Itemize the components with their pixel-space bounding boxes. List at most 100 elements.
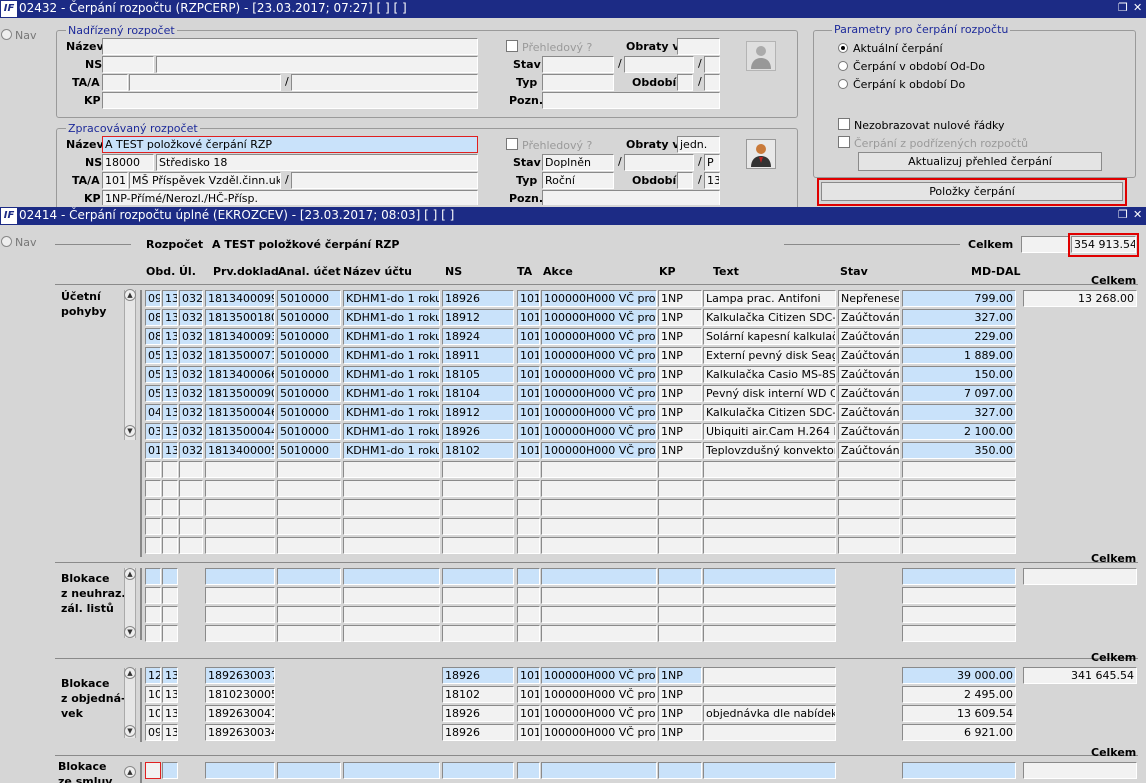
cell-empty[interactable]	[277, 762, 341, 779]
cell-akce[interactable]: 100000H000 VČ provoz	[541, 686, 657, 703]
cell-empty[interactable]	[442, 587, 514, 604]
cell-text[interactable]: Kalkulačka Casio MS-8S	[703, 366, 836, 383]
parent-a-field[interactable]	[291, 74, 478, 91]
cell-ul[interactable]: 13	[162, 347, 178, 364]
cell-anal-ucet[interactable]: 5010000	[277, 328, 341, 345]
cell-ns[interactable]	[442, 499, 514, 516]
cell-ul[interactable]: 13	[162, 366, 178, 383]
current-ns-name-field[interactable]: Středisko 18	[156, 154, 478, 171]
cell-ta[interactable]	[517, 480, 540, 497]
cell-ul[interactable]: 13	[162, 442, 178, 459]
cell-ul[interactable]	[162, 499, 178, 516]
cell-ul2[interactable]: 032	[179, 347, 203, 364]
cell-nazev-uctu[interactable]	[343, 499, 440, 516]
cell-text[interactable]: Kalkulačka Citizen SDC-444	[703, 309, 836, 326]
cell-md-dal[interactable]: 229.00	[902, 328, 1016, 345]
cell-anal-ucet[interactable]: 5010000	[277, 404, 341, 421]
cell-obd[interactable]	[145, 480, 161, 497]
cell-ns[interactable]: 18926	[442, 290, 514, 307]
cell-ns[interactable]: 18926	[442, 705, 514, 722]
cell-ul[interactable]: 13	[162, 705, 178, 722]
cell-stav[interactable]: Zaúčtováno	[838, 423, 900, 440]
cell-empty[interactable]	[162, 606, 178, 623]
cell-stav[interactable]: Zaúčtováno	[838, 442, 900, 459]
cell-prv-doklad[interactable]	[205, 461, 275, 478]
cell-ns[interactable]	[442, 518, 514, 535]
cell-nazev-uctu[interactable]: KDHM1-do 1 roku	[343, 309, 440, 326]
cell-text[interactable]: Externí pevný disk Seagate	[703, 347, 836, 364]
cell-kp[interactable]: 1NP	[658, 423, 702, 440]
cell-ta[interactable]: 101	[517, 667, 540, 684]
cell-empty[interactable]	[658, 568, 702, 585]
cell-md-dal[interactable]: 799.00	[902, 290, 1016, 307]
cell-ns[interactable]	[442, 480, 514, 497]
radio-aktualni[interactable]: Aktuální čerpání	[838, 42, 943, 55]
cell-ta[interactable]: 101	[517, 309, 540, 326]
cell-md-dal[interactable]: 1 889.00	[902, 347, 1016, 364]
cell-empty[interactable]	[541, 762, 657, 779]
cell-empty[interactable]	[658, 606, 702, 623]
cell-nazev-uctu[interactable]	[343, 480, 440, 497]
cell-anal-ucet[interactable]: 5010000	[277, 347, 341, 364]
cell-ul2[interactable]	[179, 537, 203, 554]
cell-ul2[interactable]: 032	[179, 385, 203, 402]
cell-ul2[interactable]: 032	[179, 423, 203, 440]
cell-obd[interactable]	[145, 499, 161, 516]
cell-empty[interactable]	[517, 625, 540, 642]
cell-ul2[interactable]: 032	[179, 442, 203, 459]
restore-icon[interactable]: ❐	[1118, 208, 1128, 221]
cell-prv-doklad[interactable]	[205, 518, 275, 535]
cell-kp[interactable]: 1NP	[658, 705, 702, 722]
nav-radio[interactable]: Nav	[1, 29, 36, 42]
cell-ul[interactable]: 13	[162, 309, 178, 326]
cell-text[interactable]: Lampa prac. Antifoni	[703, 290, 836, 307]
cell-obd[interactable]: 10	[145, 686, 161, 703]
cell-ta[interactable]: 101	[517, 724, 540, 741]
cell-akce[interactable]	[541, 499, 657, 516]
cell-ul2[interactable]	[179, 499, 203, 516]
cell-empty[interactable]	[145, 587, 161, 604]
parent-stav2-field[interactable]	[624, 56, 694, 73]
cell-empty[interactable]	[658, 625, 702, 642]
cell-akce[interactable]	[541, 537, 657, 554]
cell-anal-ucet[interactable]: 5010000	[277, 442, 341, 459]
cell-ns[interactable]: 18102	[442, 442, 514, 459]
cell-nazev-uctu[interactable]: KDHM1-do 1 roku	[343, 423, 440, 440]
cell-text[interactable]	[703, 686, 836, 703]
current-prehled-checkbox[interactable]: Přehledový ?	[506, 138, 592, 152]
cell-ns[interactable]	[442, 537, 514, 554]
parent-pozn-field[interactable]	[542, 92, 720, 109]
cell-anal-ucet[interactable]	[277, 518, 341, 535]
cell-stav[interactable]	[838, 537, 900, 554]
cell-ns[interactable]	[442, 461, 514, 478]
cell-empty[interactable]	[343, 606, 440, 623]
cell-akce[interactable]	[541, 480, 657, 497]
current-ta-field[interactable]: 101	[102, 172, 128, 189]
cell-md-dal[interactable]: 327.00	[902, 404, 1016, 421]
scroll-down-icon[interactable]: ▼	[124, 425, 136, 437]
parent-obdobi-field[interactable]	[677, 74, 693, 91]
parent-prehled-checkbox[interactable]: Přehledový ?	[506, 40, 592, 54]
cell-kp[interactable]	[658, 480, 702, 497]
cell-obd[interactable]: 03	[145, 423, 161, 440]
cell-nazev-uctu[interactable]: KDHM1-do 1 roku	[343, 385, 440, 402]
cell-ul[interactable]: 13	[162, 404, 178, 421]
cell-text[interactable]: Kalkulačka Citizen SDC-444	[703, 404, 836, 421]
checkbox-podrizene[interactable]: Čerpání z podřízených rozpočtů	[838, 136, 1028, 150]
cell-ta[interactable]: 101	[517, 423, 540, 440]
cell-md-dal[interactable]: 39 000.00	[902, 667, 1016, 684]
cell-obd[interactable]: 04	[145, 404, 161, 421]
scroll-up-icon[interactable]: ▲	[124, 667, 136, 679]
cell-ns[interactable]: 18926	[442, 423, 514, 440]
cell-ul[interactable]: 13	[162, 423, 178, 440]
cell-text[interactable]: Pevný disk interní WD CAV	[703, 385, 836, 402]
current-pozn-field[interactable]	[542, 190, 720, 205]
current-stav-field[interactable]: Doplněn	[542, 154, 614, 171]
cell-kp[interactable]	[658, 461, 702, 478]
cell-empty[interactable]	[658, 762, 702, 779]
scroll-up-icon[interactable]: ▲	[124, 289, 136, 301]
cell-ul2[interactable]: 032	[179, 328, 203, 345]
cell-anal-ucet[interactable]: 5010000	[277, 385, 341, 402]
cell-obd[interactable]	[145, 537, 161, 554]
cell-empty[interactable]	[442, 568, 514, 585]
